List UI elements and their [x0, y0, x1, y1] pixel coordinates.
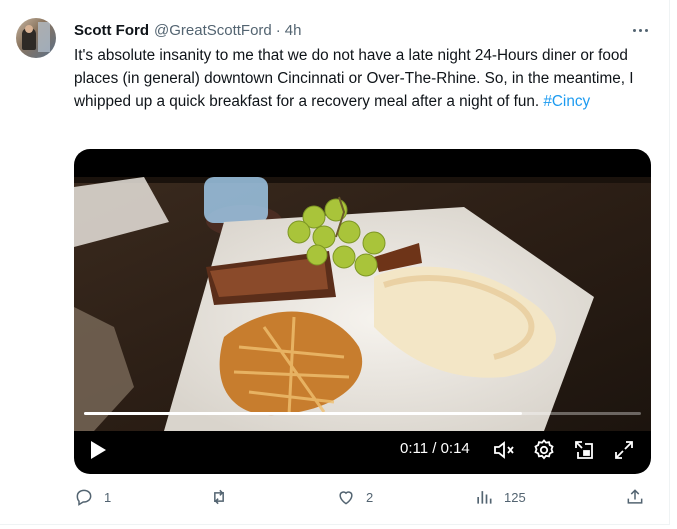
author-name[interactable]: Scott Ford — [74, 22, 149, 39]
author-handle[interactable]: @GreatScottFord — [154, 22, 272, 39]
share-icon — [627, 489, 643, 504]
share-button[interactable] — [625, 487, 645, 507]
video-timecode: 0:11 / 0:14 — [400, 440, 470, 457]
repost-button[interactable] — [209, 487, 239, 507]
picture-in-picture-icon[interactable] — [572, 438, 596, 462]
fullscreen-icon[interactable] — [612, 438, 636, 462]
video-frame[interactable] — [74, 177, 651, 431]
separator-dot: · — [275, 21, 281, 39]
action-bar: 1 2 125 — [74, 484, 654, 514]
mute-icon[interactable] — [492, 438, 516, 462]
hashtag-link[interactable]: #Cincy — [543, 93, 590, 110]
more-options-icon[interactable] — [627, 20, 653, 40]
reply-button[interactable]: 1 — [74, 487, 111, 507]
reply-count: 1 — [104, 489, 112, 505]
view-count: 125 — [504, 489, 526, 505]
reply-icon — [76, 489, 92, 506]
tweet-header: Scott Ford @GreatScottFord · 4h — [74, 20, 301, 40]
tweet-card[interactable]: Scott Ford @GreatScottFord · 4h It's abs… — [0, 0, 670, 525]
timestamp[interactable]: 4h — [285, 22, 302, 39]
analytics-icon — [477, 491, 492, 504]
video-progress-fill — [84, 412, 522, 415]
like-button[interactable]: 2 — [336, 487, 373, 507]
video-controls: 0:11 / 0:14 — [74, 431, 651, 474]
avatar[interactable] — [16, 18, 56, 58]
repost-icon — [214, 489, 224, 505]
heart-icon — [339, 491, 353, 505]
video-player[interactable]: 0:11 / 0:14 — [74, 149, 651, 474]
like-count: 2 — [366, 489, 374, 505]
tweet-text: It's absolute insanity to me that we do … — [74, 44, 654, 113]
views-button[interactable]: 125 — [474, 487, 526, 507]
settings-icon[interactable] — [532, 438, 556, 462]
video-progress-bar[interactable] — [84, 412, 641, 415]
play-icon[interactable] — [88, 438, 108, 462]
